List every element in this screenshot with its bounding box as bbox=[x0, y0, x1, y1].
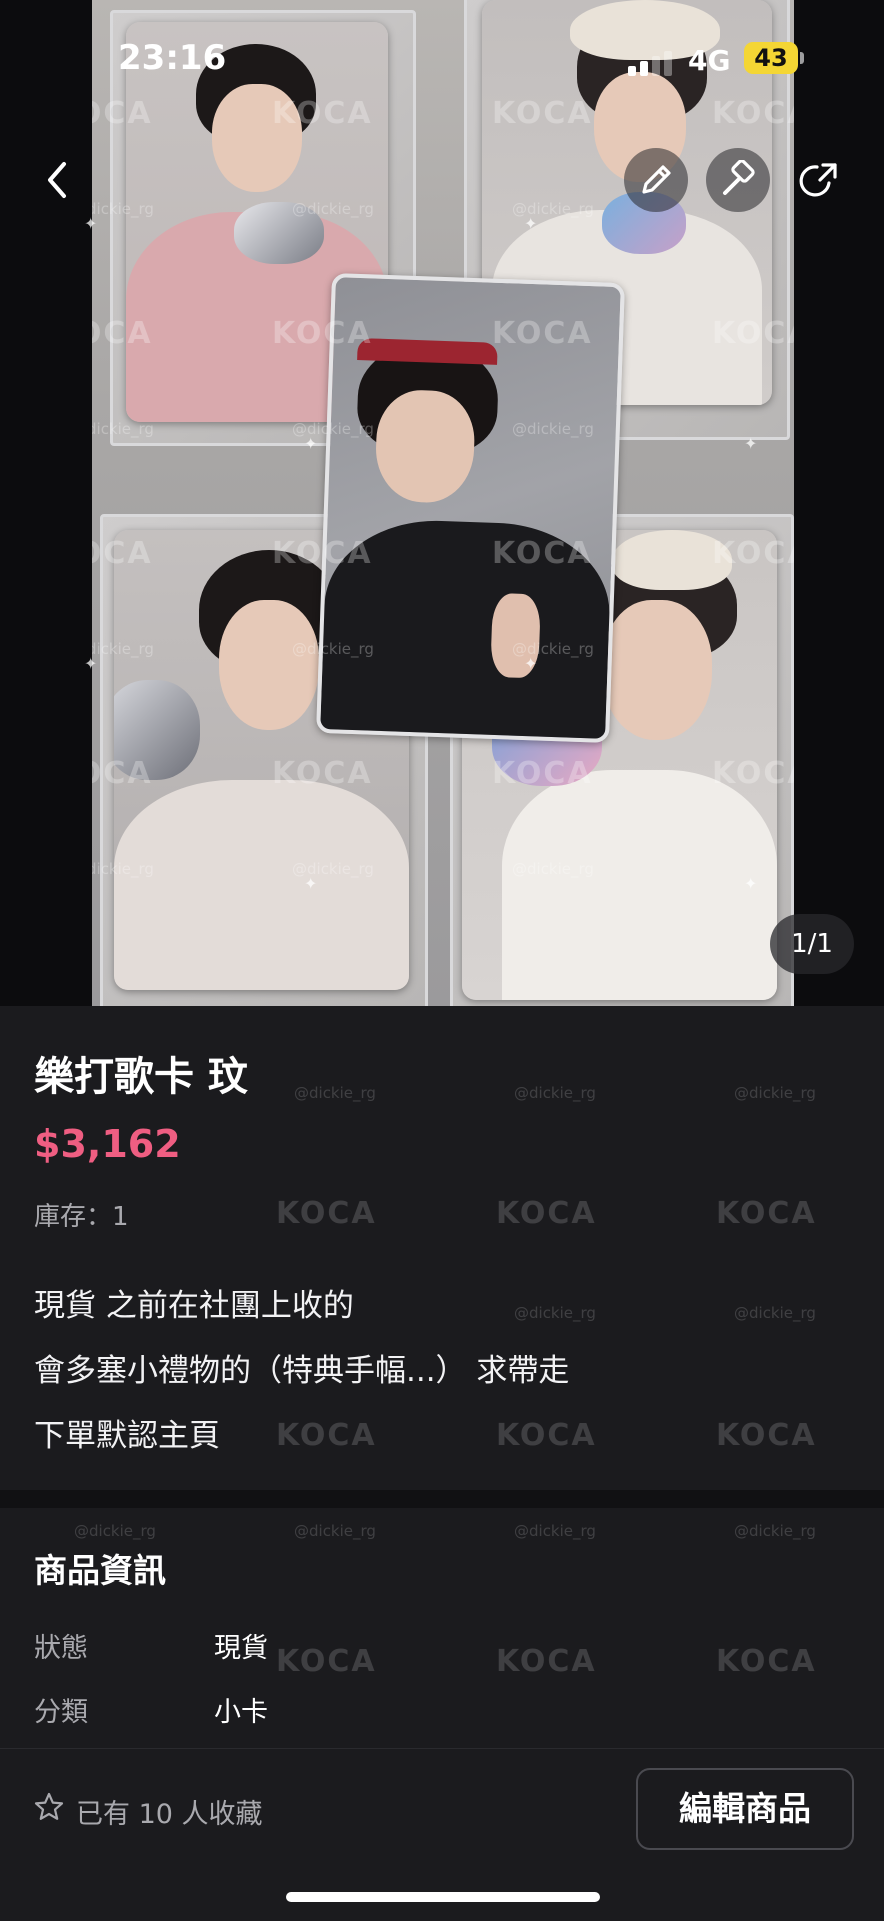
star-icon[interactable] bbox=[34, 1792, 64, 1822]
section-divider bbox=[0, 1490, 884, 1508]
product-title: 樂打歌卡 玟 bbox=[34, 1054, 248, 1100]
status-bar: 23:16 4G 43 bbox=[0, 0, 884, 110]
description-line: 下單默認主頁 bbox=[34, 1418, 220, 1454]
favorites-count-text: 已有 10 人收藏 bbox=[76, 1799, 263, 1830]
home-indicator[interactable] bbox=[286, 1892, 600, 1902]
back-button[interactable] bbox=[26, 148, 90, 212]
battery-tip bbox=[800, 52, 804, 64]
description-line: 現貨 之前在社團上收的 bbox=[34, 1288, 354, 1324]
product-price: $3,162 bbox=[34, 1122, 181, 1166]
network-type: 4G bbox=[688, 44, 731, 77]
photo-page-indicator: 1/1 bbox=[770, 914, 854, 974]
battery-level: 43 bbox=[744, 42, 798, 74]
auction-button[interactable] bbox=[706, 148, 770, 212]
spec-value-status: 現貨 bbox=[214, 1633, 268, 1664]
edit-photo-button[interactable] bbox=[624, 148, 688, 212]
status-time: 23:16 bbox=[118, 38, 227, 78]
product-info-heading: 商品資訊 bbox=[34, 1551, 166, 1590]
spec-label-status: 狀態 bbox=[34, 1633, 88, 1664]
share-button[interactable] bbox=[788, 148, 852, 212]
spec-value-category: 小卡 bbox=[214, 1697, 268, 1728]
share-icon bbox=[799, 163, 837, 197]
product-photo: KOCA KOCA KOCA KOCA KOCA KOCA KOCA KOCA … bbox=[92, 0, 794, 1006]
photocard-center bbox=[316, 273, 625, 743]
chevron-left-icon bbox=[48, 162, 66, 198]
edit-product-button[interactable]: 編輯商品 bbox=[636, 1768, 854, 1850]
stock-count: 庫存：1 bbox=[34, 1202, 129, 1232]
description-line: 會多塞小禮物的（特典手幅...） 求帶走 bbox=[34, 1353, 570, 1389]
pencil-icon bbox=[642, 165, 671, 194]
cellular-signal-icon bbox=[628, 50, 678, 76]
spec-label-category: 分類 bbox=[34, 1697, 88, 1728]
hammer-icon bbox=[723, 160, 755, 195]
